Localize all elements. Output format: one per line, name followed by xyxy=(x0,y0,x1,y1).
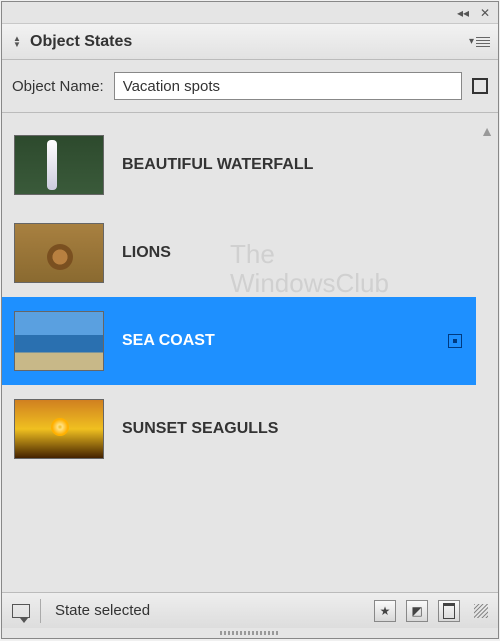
panel-header: ▲▼ Object States ▾ xyxy=(2,24,498,60)
state-thumbnail xyxy=(14,311,104,371)
panel-drag-grip[interactable] xyxy=(2,628,498,638)
new-state-button[interactable]: ◩ xyxy=(406,600,428,622)
divider xyxy=(40,599,41,623)
status-text: State selected xyxy=(51,602,364,619)
object-name-input[interactable] xyxy=(114,72,462,100)
state-label: LIONS xyxy=(122,244,464,262)
scrollbar[interactable]: ▲ xyxy=(476,113,498,592)
state-item-waterfall[interactable]: BEAUTIFUL WATERFALL xyxy=(2,121,476,209)
object-frame-icon[interactable] xyxy=(472,78,488,94)
object-states-panel: ◂◂ ✕ ▲▼ Object States ▾ Object Name: BEA… xyxy=(1,1,499,639)
delete-state-button[interactable] xyxy=(438,600,460,622)
panel-window-controls: ◂◂ ✕ xyxy=(2,2,498,24)
state-item-sea-coast[interactable]: SEA COAST xyxy=(2,297,476,385)
states-list: BEAUTIFUL WATERFALL LIONS SEA COAST SUNS… xyxy=(2,113,476,592)
state-item-lions[interactable]: LIONS xyxy=(2,209,476,297)
flyout-menu-button[interactable]: ▾ xyxy=(469,36,490,47)
expand-collapse-icon[interactable]: ▲▼ xyxy=(10,36,24,48)
panel-footer: State selected ★ ◩ xyxy=(2,592,498,628)
state-thumbnail xyxy=(14,135,104,195)
state-item-sunset[interactable]: SUNSET SEAGULLS xyxy=(2,385,476,473)
state-label: SUNSET SEAGULLS xyxy=(122,420,464,438)
resize-grip-icon[interactable] xyxy=(474,604,488,618)
preview-spread-button[interactable] xyxy=(12,604,30,618)
state-label: BEAUTIFUL WATERFALL xyxy=(122,156,464,174)
close-icon[interactable]: ✕ xyxy=(478,6,492,20)
state-thumbnail xyxy=(14,399,104,459)
state-thumbnail xyxy=(14,223,104,283)
object-name-label: Object Name: xyxy=(12,78,104,95)
collapse-icon[interactable]: ◂◂ xyxy=(456,6,470,20)
active-state-icon xyxy=(446,332,464,350)
panel-title: Object States xyxy=(30,33,469,51)
state-label: SEA COAST xyxy=(122,332,428,350)
object-name-row: Object Name: xyxy=(2,60,498,113)
scroll-up-icon[interactable]: ▲ xyxy=(480,123,494,139)
convert-selection-button[interactable]: ★ xyxy=(374,600,396,622)
states-container: BEAUTIFUL WATERFALL LIONS SEA COAST SUNS… xyxy=(2,113,498,592)
